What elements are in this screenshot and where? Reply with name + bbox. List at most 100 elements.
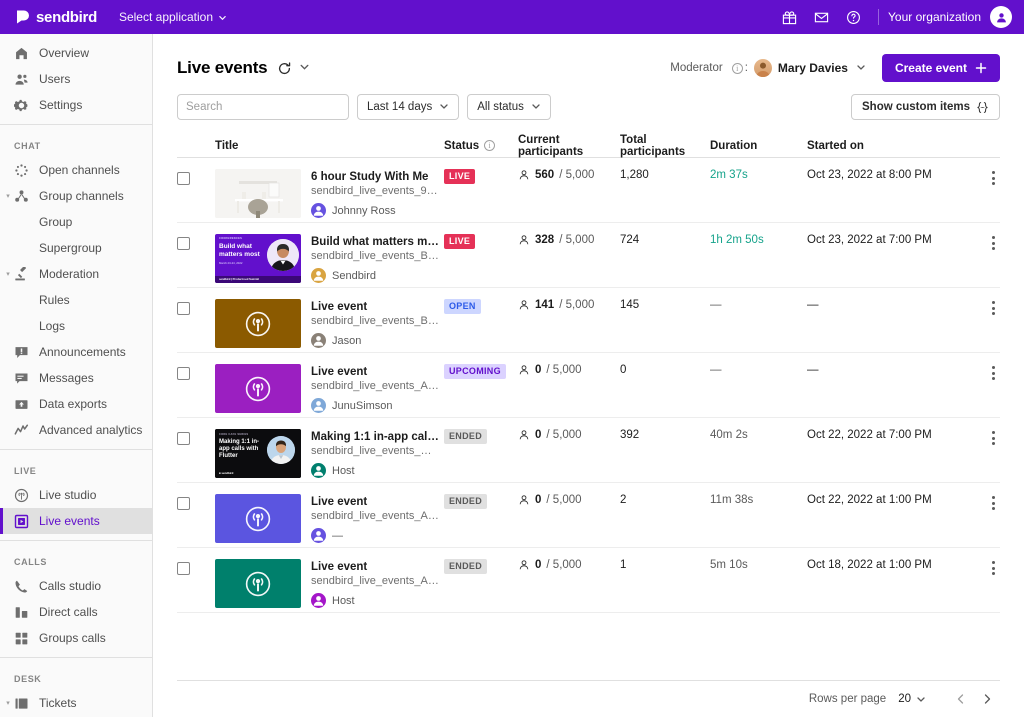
column-status[interactable]: Status i bbox=[444, 140, 518, 152]
message-icon bbox=[14, 371, 29, 386]
event-thumbnail[interactable]: CONFERENCES Build what matters most March … bbox=[215, 234, 301, 283]
column-duration[interactable]: Duration bbox=[710, 140, 807, 152]
more-options-icon[interactable] bbox=[986, 169, 1000, 185]
status-badge: OPEN bbox=[444, 299, 481, 314]
gear-icon bbox=[14, 98, 29, 113]
current-participants-value: 141 bbox=[535, 299, 555, 311]
sidebar-item-announcements[interactable]: Announcements bbox=[0, 339, 152, 365]
info-icon[interactable]: i bbox=[484, 139, 496, 151]
sidebar-item-moderation[interactable]: ▾ Moderation bbox=[0, 261, 152, 287]
event-title[interactable]: Live event bbox=[311, 560, 439, 574]
table-row[interactable]: Live eventsendbird_live_events_B291... Ja… bbox=[177, 288, 1000, 353]
sidebar-item-messages[interactable]: Messages bbox=[0, 365, 152, 391]
sidebar-item-users[interactable]: Users bbox=[0, 66, 152, 92]
chevron-down-icon[interactable] bbox=[299, 61, 310, 75]
event-thumbnail[interactable] bbox=[215, 494, 301, 543]
chevron-down-icon[interactable]: ▾ bbox=[4, 270, 12, 278]
mail-icon[interactable] bbox=[805, 0, 837, 34]
event-thumbnail[interactable] bbox=[215, 559, 301, 608]
more-options-icon[interactable] bbox=[986, 494, 1000, 510]
row-status-cell: OPEN bbox=[444, 299, 518, 314]
row-started-on: Oct 18, 2022 at 1:00 PM bbox=[807, 559, 932, 571]
row-total-participants: 145 bbox=[620, 299, 640, 311]
event-title[interactable]: Live event bbox=[311, 365, 439, 379]
sidebar-item-advanced-analytics[interactable]: Advanced analytics bbox=[0, 417, 152, 443]
moderator-selector[interactable]: Mary Davies bbox=[753, 59, 866, 77]
row-checkbox[interactable] bbox=[177, 367, 190, 380]
column-total-participants[interactable]: Total participants bbox=[620, 134, 710, 158]
sidebar-item-data-exports[interactable]: Data exports bbox=[0, 391, 152, 417]
more-options-icon[interactable] bbox=[986, 429, 1000, 445]
refresh-icon[interactable] bbox=[277, 61, 292, 76]
table-row[interactable]: Live eventsendbird_live_events_AB22... — E… bbox=[177, 483, 1000, 548]
table-row[interactable]: 6 hour Study With Me sendbird_live_events… bbox=[177, 158, 1000, 223]
row-checkbox[interactable] bbox=[177, 172, 190, 185]
sidebar-item-settings[interactable]: Settings bbox=[0, 92, 152, 118]
help-icon[interactable] bbox=[837, 0, 869, 34]
event-title[interactable]: Live event bbox=[311, 495, 439, 509]
more-options-icon[interactable] bbox=[986, 234, 1000, 250]
event-thumbnail[interactable] bbox=[215, 364, 301, 413]
more-options-icon[interactable] bbox=[986, 364, 1000, 380]
next-page-button[interactable] bbox=[974, 686, 1000, 712]
column-title[interactable]: Title bbox=[215, 140, 444, 152]
event-title[interactable]: Making 1:1 in-app calls... bbox=[311, 430, 439, 444]
status-badge: ENDED bbox=[444, 559, 488, 574]
event-title[interactable]: 6 hour Study With Me bbox=[311, 170, 439, 184]
more-options-icon[interactable] bbox=[986, 299, 1000, 315]
show-custom-items-button[interactable]: Show custom items bbox=[851, 94, 1000, 120]
row-checkbox[interactable] bbox=[177, 562, 190, 575]
table-row[interactable]: Live eventsendbird_live_events_AA02... Ju… bbox=[177, 353, 1000, 418]
table-row[interactable]: Live eventsendbird_live_events_A111... Ho… bbox=[177, 548, 1000, 613]
sidebar-item-overview[interactable]: Overview bbox=[0, 40, 152, 66]
row-started-on: Oct 23, 2022 at 7:00 PM bbox=[807, 234, 932, 246]
gavel-icon bbox=[15, 266, 26, 280]
event-thumbnail[interactable] bbox=[215, 299, 301, 348]
avatar[interactable] bbox=[990, 6, 1012, 28]
row-checkbox[interactable] bbox=[177, 497, 190, 510]
status-badge: ENDED bbox=[444, 494, 488, 509]
row-duration: 11m 38s bbox=[710, 494, 754, 506]
event-title[interactable]: Build what matters mo... bbox=[311, 235, 439, 249]
chevron-down-icon[interactable]: ▾ bbox=[4, 699, 12, 707]
sidebar-item-supergroup[interactable]: Supergroup bbox=[0, 235, 152, 261]
sidebar-item-group[interactable]: Group bbox=[0, 209, 152, 235]
sidebar-item-group-channels[interactable]: ▾ Group channels bbox=[0, 183, 152, 209]
column-current-participants[interactable]: Current participants bbox=[518, 134, 620, 158]
sidebar-item-open-channels[interactable]: Open channels bbox=[0, 157, 152, 183]
table-row[interactable]: CODE CAFE SERIES Making 1:1 in-app calls … bbox=[177, 418, 1000, 483]
more-options-icon[interactable] bbox=[986, 559, 1000, 575]
row-checkbox-cell bbox=[177, 234, 215, 250]
sidebar-item-rules[interactable]: Rules bbox=[0, 287, 152, 313]
search-box[interactable] bbox=[177, 94, 349, 120]
sidebar-item-direct-calls[interactable]: Direct calls bbox=[0, 599, 152, 625]
row-checkbox[interactable] bbox=[177, 432, 190, 445]
brand-logo[interactable]: sendbird bbox=[14, 9, 97, 26]
app-selector[interactable]: Select application bbox=[119, 10, 227, 24]
sidebar-item-logs[interactable]: Logs bbox=[0, 313, 152, 339]
sidebar-item-groups-calls[interactable]: Groups calls bbox=[0, 625, 152, 651]
info-icon[interactable]: i bbox=[731, 62, 743, 74]
gift-icon[interactable] bbox=[773, 0, 805, 34]
sidebar-item-live-studio[interactable]: Live studio bbox=[0, 482, 152, 508]
host-name: Johnny Ross bbox=[332, 204, 396, 217]
broadcast-icon bbox=[245, 311, 271, 336]
event-thumbnail[interactable] bbox=[215, 169, 301, 218]
event-title[interactable]: Live event bbox=[311, 300, 439, 314]
sidebar-item-tickets[interactable]: ▾ Tickets bbox=[0, 690, 152, 716]
sidebar-item-calls-studio[interactable]: Calls studio bbox=[0, 573, 152, 599]
event-thumbnail[interactable]: CODE CAFE SERIES Making 1:1 in-app calls … bbox=[215, 429, 301, 478]
status-select[interactable]: All status bbox=[467, 94, 551, 120]
table-row[interactable]: CONFERENCES Build what matters most March … bbox=[177, 223, 1000, 288]
rows-per-page-select[interactable]: 20 bbox=[898, 693, 926, 705]
row-checkbox[interactable] bbox=[177, 237, 190, 250]
sidebar-item-live-events[interactable]: Live events bbox=[0, 508, 152, 534]
moderator-label: Moderator i bbox=[670, 62, 743, 74]
prev-page-button[interactable] bbox=[948, 686, 974, 712]
date-range-select[interactable]: Last 14 days bbox=[357, 94, 460, 120]
row-checkbox[interactable] bbox=[177, 302, 190, 315]
column-started-on[interactable]: Started on bbox=[807, 140, 955, 152]
chevron-down-icon[interactable]: ▾ bbox=[4, 192, 12, 200]
create-event-button[interactable]: Create event bbox=[881, 54, 1000, 82]
search-input[interactable] bbox=[186, 101, 340, 113]
